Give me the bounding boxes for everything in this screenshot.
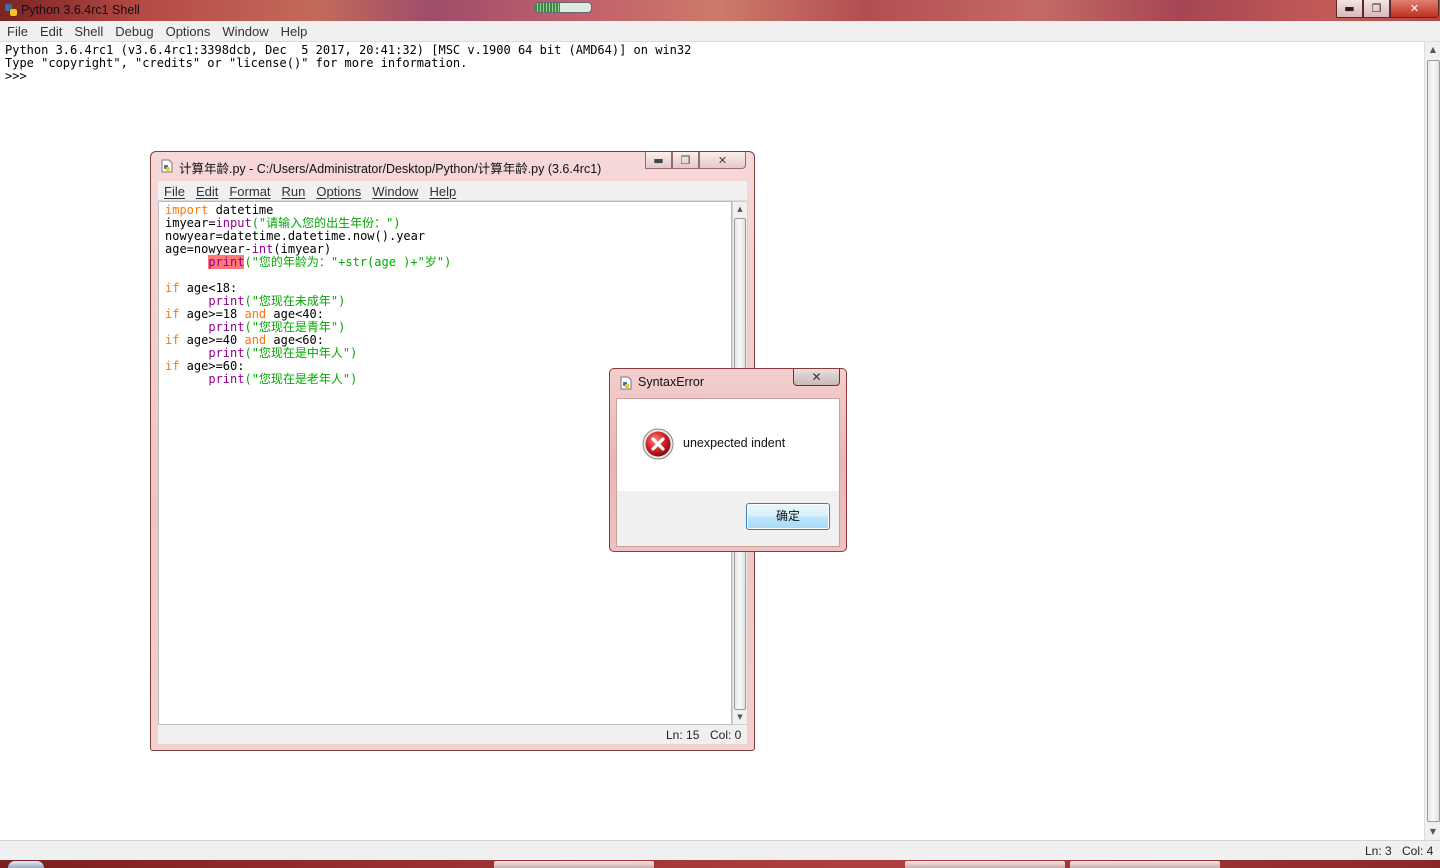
error-message: unexpected indent	[683, 436, 786, 450]
shell-menubar: File Edit Shell Debug Options Window Help	[0, 21, 1440, 42]
code-text: age>=60:	[179, 359, 245, 373]
string: ("请输入您的出生年份：")	[251, 216, 401, 230]
dialog-message-area: unexpected indent	[617, 399, 839, 491]
menu-window[interactable]: Window	[366, 182, 423, 199]
menu-options[interactable]: Options	[160, 21, 217, 39]
start-button[interactable]	[8, 861, 44, 868]
builtin: input	[215, 216, 252, 230]
dialog-title: SyntaxError	[638, 375, 704, 389]
code-text: datetime	[208, 203, 274, 217]
scroll-up-arrow-icon[interactable]: ▲	[1425, 42, 1440, 58]
builtin: print	[208, 294, 245, 308]
editor-status-col: Col: 0	[710, 728, 742, 742]
python-file-icon	[161, 159, 173, 173]
source-code: import datetime imyear=input("请输入您的出生年份：…	[159, 202, 731, 386]
maximize-button[interactable]: ❐	[672, 152, 699, 169]
menu-help[interactable]: Help	[275, 21, 314, 39]
dialog-button-area: 确定	[617, 491, 839, 546]
scrollbar-thumb[interactable]	[1427, 60, 1440, 822]
editor-window-controls: ▬ ❐ ✕	[645, 152, 746, 170]
taskbar-item[interactable]	[905, 861, 1065, 868]
shell-window-controls: ▬ ❐ ✕	[1336, 0, 1439, 18]
code-text: imyear=	[165, 216, 216, 230]
string: ("您现在未成年")	[244, 294, 346, 308]
menu-file[interactable]: File	[158, 182, 190, 199]
error-icon	[642, 428, 674, 460]
code-text: age<40:	[266, 307, 324, 321]
dialog-close-button[interactable]: ✕	[793, 369, 840, 386]
shell-status-line: Ln: 3	[1365, 844, 1392, 858]
menu-options[interactable]: Options	[310, 182, 366, 199]
menu-run[interactable]: Run	[276, 182, 311, 199]
dialog-body: unexpected indent 确定	[616, 398, 840, 547]
shell-output: Python 3.6.4rc1 (v3.6.4rc1:3398dcb, Dec …	[0, 42, 1424, 83]
menu-edit[interactable]: Edit	[34, 21, 68, 39]
code-text: age<60:	[266, 333, 324, 347]
shell-output-line: Python 3.6.4rc1 (v3.6.4rc1:3398dcb, Dec …	[5, 43, 692, 57]
shell-titlebar[interactable]: Python 3.6.4rc1 Shell ▬ ❐ ✕	[0, 0, 1440, 21]
shell-busy-indicator	[534, 2, 592, 13]
minimize-button[interactable]: ▬	[645, 152, 672, 169]
menu-debug[interactable]: Debug	[109, 21, 159, 39]
code-text: age>=40	[179, 333, 245, 347]
shell-prompt: >>>	[5, 69, 34, 83]
taskbar-item[interactable]	[494, 861, 654, 868]
keyword: and	[244, 307, 267, 321]
builtin: print	[208, 372, 245, 386]
scroll-down-arrow-icon[interactable]: ▼	[1425, 824, 1440, 840]
syntax-error-dialog: SyntaxError ✕ unexpected indent 确定	[609, 368, 847, 552]
shell-status-col: Col: 4	[1402, 844, 1434, 858]
keyword: if	[165, 281, 180, 295]
taskbar-item[interactable]	[1070, 861, 1220, 868]
python-icon	[5, 4, 17, 16]
menu-window[interactable]: Window	[216, 21, 274, 39]
ok-button[interactable]: 确定	[746, 503, 830, 530]
python-icon	[620, 376, 632, 390]
maximize-button[interactable]: ❐	[1363, 0, 1390, 18]
code-text: (imyear)	[273, 242, 332, 256]
scroll-down-arrow-icon[interactable]: ▼	[733, 710, 747, 724]
menu-edit[interactable]: Edit	[190, 182, 223, 199]
menu-help[interactable]: Help	[423, 182, 461, 199]
code-text: age=nowyear-	[165, 242, 252, 256]
close-button[interactable]: ✕	[1390, 0, 1439, 18]
menu-shell[interactable]: Shell	[68, 21, 109, 39]
string: ("您现在是中年人")	[244, 346, 358, 360]
shell-vertical-scrollbar[interactable]: ▲ ▼	[1424, 42, 1440, 840]
minimize-button[interactable]: ▬	[1336, 0, 1363, 18]
keyword: if	[165, 359, 180, 373]
scroll-up-arrow-icon[interactable]: ▲	[733, 202, 747, 216]
shell-statusbar: Ln: 3 Col: 4	[0, 840, 1440, 861]
menu-format[interactable]: Format	[223, 182, 275, 199]
taskbar	[0, 860, 1440, 868]
builtin: print	[208, 320, 245, 334]
editor-statusbar: Ln: 15 Col: 0	[158, 725, 747, 744]
keyword: if	[165, 333, 180, 347]
close-button[interactable]: ✕	[699, 152, 746, 169]
builtin: print	[208, 346, 245, 360]
builtin: int	[251, 242, 274, 256]
menu-file[interactable]: File	[0, 21, 34, 39]
code-text: age<18:	[179, 281, 238, 295]
error-highlight-print: print	[208, 255, 245, 269]
editor-menubar: File Edit Format Run Options Window Help	[158, 181, 747, 201]
code-text: nowyear=datetime.datetime.now().year	[165, 229, 426, 243]
keyword: if	[165, 307, 180, 321]
string: ("您的年龄为："+str(age )+"岁")	[244, 255, 452, 269]
code-text: age>=18	[179, 307, 245, 321]
editor-status-line: Ln: 15	[666, 728, 700, 742]
shell-output-line: Type "copyright", "credits" or "license(…	[5, 56, 468, 70]
string: ("您现在是老年人")	[244, 372, 358, 386]
string: ("您现在是青年")	[244, 320, 346, 334]
keyword: and	[244, 333, 267, 347]
shell-window-title: Python 3.6.4rc1 Shell	[21, 3, 140, 17]
keyword: import	[165, 203, 209, 217]
editor-window-title: 计算年龄.py - C:/Users/Administrator/Desktop…	[179, 162, 602, 176]
